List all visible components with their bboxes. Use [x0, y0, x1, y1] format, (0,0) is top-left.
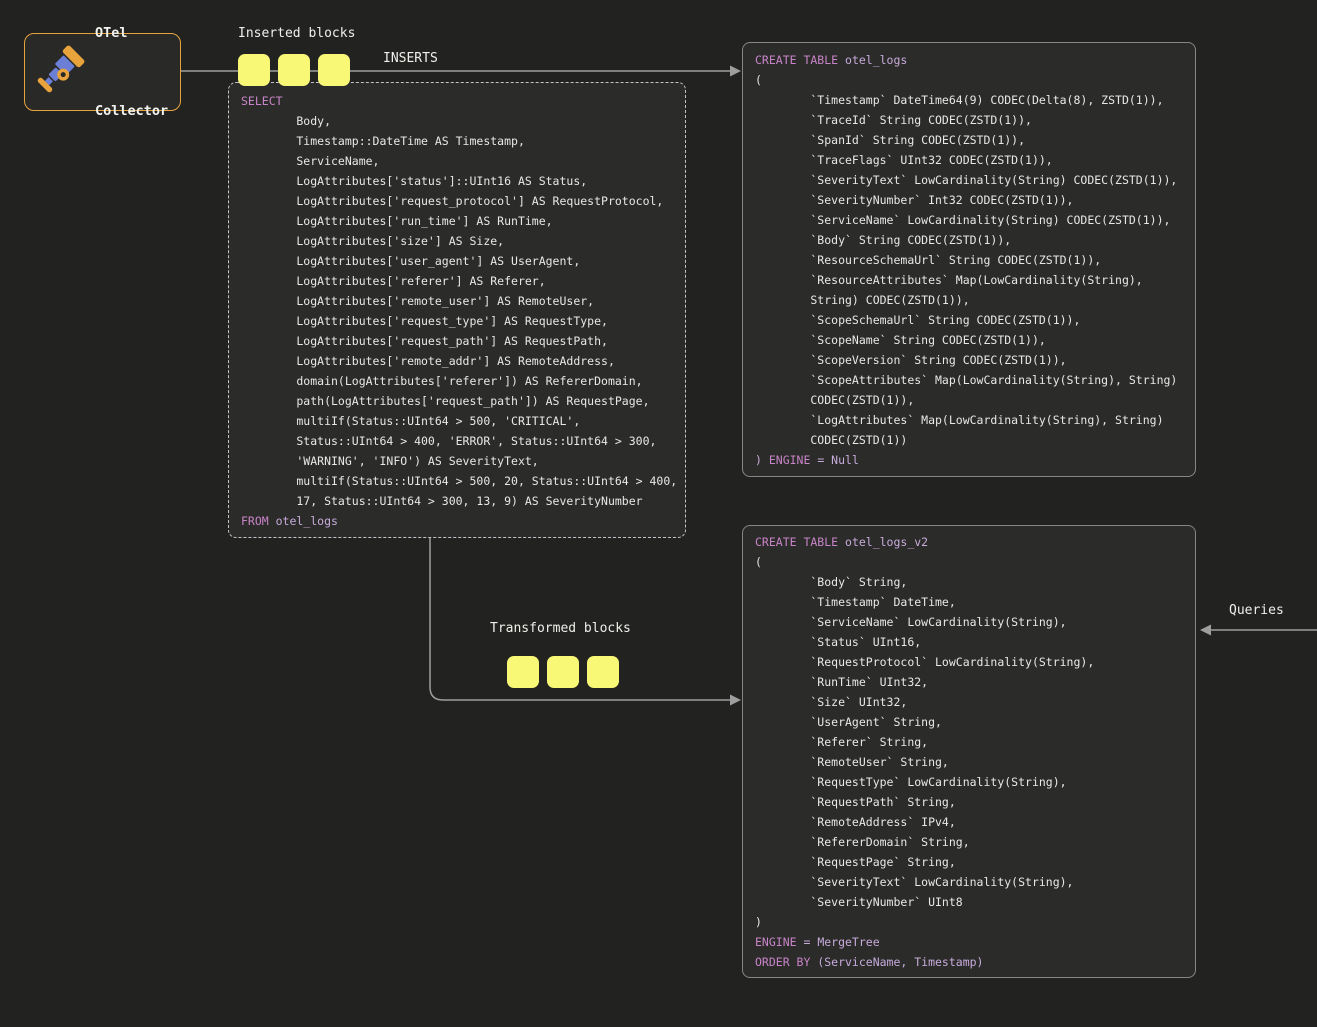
code-line: `RequestProtocol` LowCardinality(String)…: [755, 652, 1183, 672]
code-line: SELECT: [241, 91, 673, 111]
code-line: `RequestPath` String,: [755, 792, 1183, 812]
code-line: Status::UInt64 > 400, 'ERROR', Status::U…: [241, 431, 673, 451]
code-line: LogAttributes['request_type'] AS Request…: [241, 311, 673, 331]
code-line: LogAttributes['user_agent'] AS UserAgent…: [241, 251, 673, 271]
code-line: `Body` String,: [755, 572, 1183, 592]
code-line: `Timestamp` DateTime,: [755, 592, 1183, 612]
code-line: `SeverityNumber` Int32 CODEC(ZSTD(1)),: [755, 190, 1183, 210]
code-line: multiIf(Status::UInt64 > 500, 20, Status…: [241, 471, 673, 491]
transformed-blocks-group: [507, 656, 619, 688]
code-line: LogAttributes['status']::UInt16 AS Statu…: [241, 171, 673, 191]
telescope-icon: [35, 43, 85, 101]
code-line: path(LogAttributes['request_path']) AS R…: [241, 391, 673, 411]
data-block-icon: [587, 656, 619, 688]
code-line: ORDER BY (ServiceName, Timestamp): [755, 952, 1183, 972]
code-line: `TraceFlags` UInt32 CODEC(ZSTD(1)),: [755, 150, 1183, 170]
code-line: `SpanId` String CODEC(ZSTD(1)),: [755, 130, 1183, 150]
transformed-blocks-label: Transformed blocks: [490, 621, 631, 636]
create-table-otel-logs-v2-panel: CREATE TABLE otel_logs_v2( `Body` String…: [742, 525, 1196, 978]
data-block-icon: [547, 656, 579, 688]
code-line: `TraceId` String CODEC(ZSTD(1)),: [755, 110, 1183, 130]
code-line: String) CODEC(ZSTD(1)),: [755, 290, 1183, 310]
code-line: CREATE TABLE otel_logs: [755, 50, 1183, 70]
code-line: 'WARNING', 'INFO') AS SeverityText,: [241, 451, 673, 471]
code-line: `Body` String CODEC(ZSTD(1)),: [755, 230, 1183, 250]
code-line: `SeverityText` LowCardinality(String),: [755, 872, 1183, 892]
data-block-icon: [278, 54, 310, 86]
code-line: `ScopeSchemaUrl` String CODEC(ZSTD(1)),: [755, 310, 1183, 330]
data-block-icon: [318, 54, 350, 86]
code-line: CODEC(ZSTD(1)),: [755, 390, 1183, 410]
code-line: ): [755, 912, 1183, 932]
code-line: LogAttributes['remote_user'] AS RemoteUs…: [241, 291, 673, 311]
code-line: multiIf(Status::UInt64 > 500, 'CRITICAL'…: [241, 411, 673, 431]
code-line: (: [755, 70, 1183, 90]
code-line: `RunTime` UInt32,: [755, 672, 1183, 692]
code-line: `RefererDomain` String,: [755, 832, 1183, 852]
code-line: ServiceName,: [241, 151, 673, 171]
code-line: `Referer` String,: [755, 732, 1183, 752]
code-line: `Size` UInt32,: [755, 692, 1183, 712]
code-line: `RequestType` LowCardinality(String),: [755, 772, 1183, 792]
code-line: `RequestPage` String,: [755, 852, 1183, 872]
inserted-blocks-group: [238, 54, 350, 86]
create-table-otel-logs-panel: CREATE TABLE otel_logs( `Timestamp` Date…: [742, 42, 1196, 477]
collector-title-line1: OTel: [95, 20, 168, 46]
inserts-label: INSERTS: [383, 51, 438, 66]
code-line: `ResourceAttributes` Map(LowCardinality(…: [755, 270, 1183, 290]
code-line: CREATE TABLE otel_logs_v2: [755, 532, 1183, 552]
transformed-arrowhead: [730, 695, 741, 706]
code-line: LogAttributes['request_protocol'] AS Req…: [241, 191, 673, 211]
code-line: LogAttributes['size'] AS Size,: [241, 231, 673, 251]
code-line: `LogAttributes` Map(LowCardinality(Strin…: [755, 410, 1183, 430]
code-line: Body,: [241, 111, 673, 131]
code-line: `ServiceName` LowCardinality(String) COD…: [755, 210, 1183, 230]
code-line: LogAttributes['remote_addr'] AS RemoteAd…: [241, 351, 673, 371]
data-block-icon: [507, 656, 539, 688]
code-line: `RemoteAddress` IPv4,: [755, 812, 1183, 832]
code-line: CODEC(ZSTD(1)): [755, 430, 1183, 450]
code-line: `ScopeName` String CODEC(ZSTD(1)),: [755, 330, 1183, 350]
code-line: Timestamp::DateTime AS Timestamp,: [241, 131, 673, 151]
code-line: LogAttributes['request_path'] AS Request…: [241, 331, 673, 351]
code-line: LogAttributes['run_time'] AS RunTime,: [241, 211, 673, 231]
data-block-icon: [238, 54, 270, 86]
code-line: 17, Status::UInt64 > 300, 13, 9) AS Seve…: [241, 491, 673, 511]
code-line: `SeverityText` LowCardinality(String) CO…: [755, 170, 1183, 190]
code-line: ENGINE = MergeTree: [755, 932, 1183, 952]
code-line: domain(LogAttributes['referer']) AS Refe…: [241, 371, 673, 391]
code-line: `ScopeAttributes` Map(LowCardinality(Str…: [755, 370, 1183, 390]
code-line: `ScopeVersion` String CODEC(ZSTD(1)),: [755, 350, 1183, 370]
code-line: `Status` UInt16,: [755, 632, 1183, 652]
code-line: `Timestamp` DateTime64(9) CODEC(Delta(8)…: [755, 90, 1183, 110]
inserts-arrowhead: [730, 66, 741, 77]
code-line: `RemoteUser` String,: [755, 752, 1183, 772]
inserted-blocks-label: Inserted blocks: [238, 26, 355, 41]
code-line: (: [755, 552, 1183, 572]
code-line: `UserAgent` String,: [755, 712, 1183, 732]
queries-arrowhead: [1200, 625, 1211, 636]
code-line: ) ENGINE = Null: [755, 450, 1183, 470]
code-line: `SeverityNumber` UInt8: [755, 892, 1183, 912]
code-line: `ResourceSchemaUrl` String CODEC(ZSTD(1)…: [755, 250, 1183, 270]
otel-collector-node: OTel Collector: [24, 33, 181, 111]
code-line: `ServiceName` LowCardinality(String),: [755, 612, 1183, 632]
collector-title-line2: Collector: [95, 98, 168, 124]
code-line: FROM otel_logs: [241, 511, 673, 531]
queries-label: Queries: [1229, 603, 1284, 618]
select-query-panel: SELECT Body, Timestamp::DateTime AS Time…: [228, 82, 686, 538]
code-line: LogAttributes['referer'] AS Referer,: [241, 271, 673, 291]
